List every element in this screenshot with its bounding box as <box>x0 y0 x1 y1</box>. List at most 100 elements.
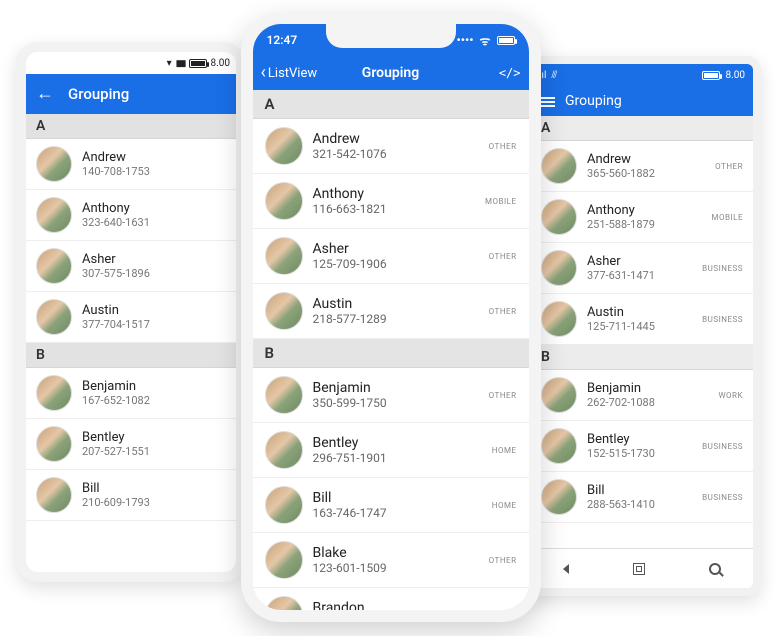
status-bar: ııl ⫻ 8.00 <box>531 64 753 86</box>
contact-tag: OTHER <box>489 556 517 565</box>
avatar <box>265 237 303 275</box>
avatar <box>265 431 303 469</box>
list-item[interactable]: Andrew140-708-1753 <box>26 139 236 190</box>
contact-name: Andrew <box>82 150 150 165</box>
signal-icon: •••• <box>457 33 474 47</box>
back-label: ListView <box>268 66 317 81</box>
contact-name: Bentley <box>313 435 387 451</box>
avatar <box>265 292 303 330</box>
wifi-icon: ᯤ <box>480 32 491 49</box>
contact-name: Bill <box>313 490 387 506</box>
contact-name: Benjamin <box>82 379 150 394</box>
list-item[interactable]: Blake123-601-1509OTHER <box>253 533 529 588</box>
signal-icon <box>176 58 185 69</box>
code-button[interactable]: </> <box>499 66 521 80</box>
list-item[interactable]: Austin125-711-1445BUSINESS <box>531 294 753 345</box>
avatar <box>541 428 577 464</box>
contact-tag: OTHER <box>489 252 517 261</box>
list-item[interactable]: Bill288-563-1410BUSINESS <box>531 472 753 523</box>
contact-tag: BUSINESS <box>702 442 743 451</box>
list-item[interactable]: Anthony251-588-1879 MOBILE <box>531 192 753 243</box>
contact-name: Asher <box>313 241 387 257</box>
list-item[interactable]: Brandon190-639-1172OTHER <box>253 588 529 610</box>
section-header: B <box>253 339 529 368</box>
avatar <box>265 486 303 524</box>
home-key[interactable] <box>633 563 645 575</box>
contact-list[interactable]: AAndrew365-560-1882OTHERAnthony251-588-1… <box>531 116 753 548</box>
contact-phone: 218-577-1289 <box>313 312 387 326</box>
back-button[interactable]: ‹ ListView <box>261 64 318 82</box>
back-icon[interactable]: ← <box>36 85 54 103</box>
contact-phone: 377-704-1517 <box>82 318 150 331</box>
list-item[interactable]: Andrew365-560-1882OTHER <box>531 141 753 192</box>
list-item[interactable]: Benjamin262-702-1088WORK <box>531 370 753 421</box>
section-header: B <box>531 345 753 370</box>
contact-name: Blake <box>313 545 387 561</box>
back-key[interactable] <box>563 564 569 574</box>
contact-tag: OTHER <box>489 307 517 316</box>
contact-tag: BUSINESS <box>702 264 743 273</box>
contact-name: Andrew <box>313 131 387 147</box>
list-item[interactable]: Bentley296-751-1901HOME <box>253 423 529 478</box>
list-item[interactable]: Bentley207-527-1551 <box>26 419 236 470</box>
avatar <box>36 426 72 462</box>
list-item[interactable]: Benjamin167-652-1082 <box>26 368 236 419</box>
contact-tag: OTHER <box>715 162 743 171</box>
contact-phone: 152-515-1730 <box>587 447 655 460</box>
list-item[interactable]: Bentley152-515-1730 BUSINESS <box>531 421 753 472</box>
list-item[interactable]: Bill163-746-1747HOME <box>253 478 529 533</box>
app-bar: ← Grouping <box>26 74 236 114</box>
contact-phone: 210-609-1793 <box>82 496 150 509</box>
phone-windows: ııl ⫻ 8.00 Grouping AAndrew365-560-1882O… <box>523 56 761 596</box>
contact-phone: 167-652-1082 <box>82 394 150 407</box>
contact-tag: MOBILE <box>485 197 517 206</box>
avatar <box>265 376 303 414</box>
list-item[interactable]: Austin218-577-1289 OTHER <box>253 284 529 339</box>
list-item[interactable]: Asher377-631-1471BUSINESS <box>531 243 753 294</box>
list-item[interactable]: Bill210-609-1793 <box>26 470 236 521</box>
list-item[interactable]: Asher125-709-1906OTHER <box>253 229 529 284</box>
contact-name: Austin <box>313 296 387 312</box>
list-item[interactable]: Austin377-704-1517 <box>26 292 236 343</box>
contact-tag: OTHER <box>489 391 517 400</box>
contact-phone: 251-588-1879 <box>587 218 655 231</box>
app-bar: ‹ ListView Grouping </> <box>253 56 529 90</box>
contact-name: Anthony <box>313 186 387 202</box>
avatar <box>36 299 72 335</box>
contact-name: Brandon <box>313 600 387 610</box>
contact-phone: 163-746-1747 <box>313 506 387 520</box>
list-item[interactable]: Anthony116-663-1821 MOBILE <box>253 174 529 229</box>
avatar <box>36 477 72 513</box>
contact-name: Bentley <box>587 432 655 447</box>
contact-list[interactable]: AAndrew140-708-1753Anthony323-640-1631As… <box>26 114 236 572</box>
contact-phone: 125-711-1445 <box>587 320 655 333</box>
contact-phone: 207-527-1551 <box>82 445 150 458</box>
list-item[interactable]: Andrew321-542-1076OTHER <box>253 119 529 174</box>
phone-android: ▾ 8.00 ← Grouping AAndrew140-708-1753Ant… <box>16 42 246 582</box>
battery-icon <box>189 59 207 68</box>
contact-phone: 350-599-1750 <box>313 396 387 410</box>
list-item[interactable]: Asher307-575-1896 <box>26 241 236 292</box>
contact-name: Austin <box>587 305 655 320</box>
list-item[interactable]: Anthony323-640-1631 <box>26 190 236 241</box>
soft-key-bar <box>531 548 753 588</box>
contact-name: Anthony <box>587 203 655 218</box>
chevron-left-icon: ‹ <box>261 64 266 82</box>
contact-phone: 262-702-1088 <box>587 396 655 409</box>
search-key[interactable] <box>709 563 721 575</box>
contact-phone: 307-575-1896 <box>82 267 150 280</box>
status-time: 8.00 <box>211 58 231 69</box>
list-item[interactable]: Benjamin350-599-1750OTHER <box>253 368 529 423</box>
contact-phone: 116-663-1821 <box>313 202 387 216</box>
contact-tag: MOBILE <box>711 213 743 222</box>
avatar <box>36 248 72 284</box>
app-bar: Grouping <box>531 86 753 116</box>
avatar <box>265 182 303 220</box>
phone-ios: 12:47 •••• ᯤ ‹ ListView Grouping </> AAn… <box>241 12 541 622</box>
avatar <box>541 199 577 235</box>
contact-tag: HOME <box>492 446 517 455</box>
status-time: 8.00 <box>726 70 746 81</box>
section-header: A <box>253 90 529 119</box>
contact-list[interactable]: AAndrew321-542-1076OTHERAnthony116-663-1… <box>253 90 529 610</box>
contact-name: Asher <box>587 254 655 269</box>
